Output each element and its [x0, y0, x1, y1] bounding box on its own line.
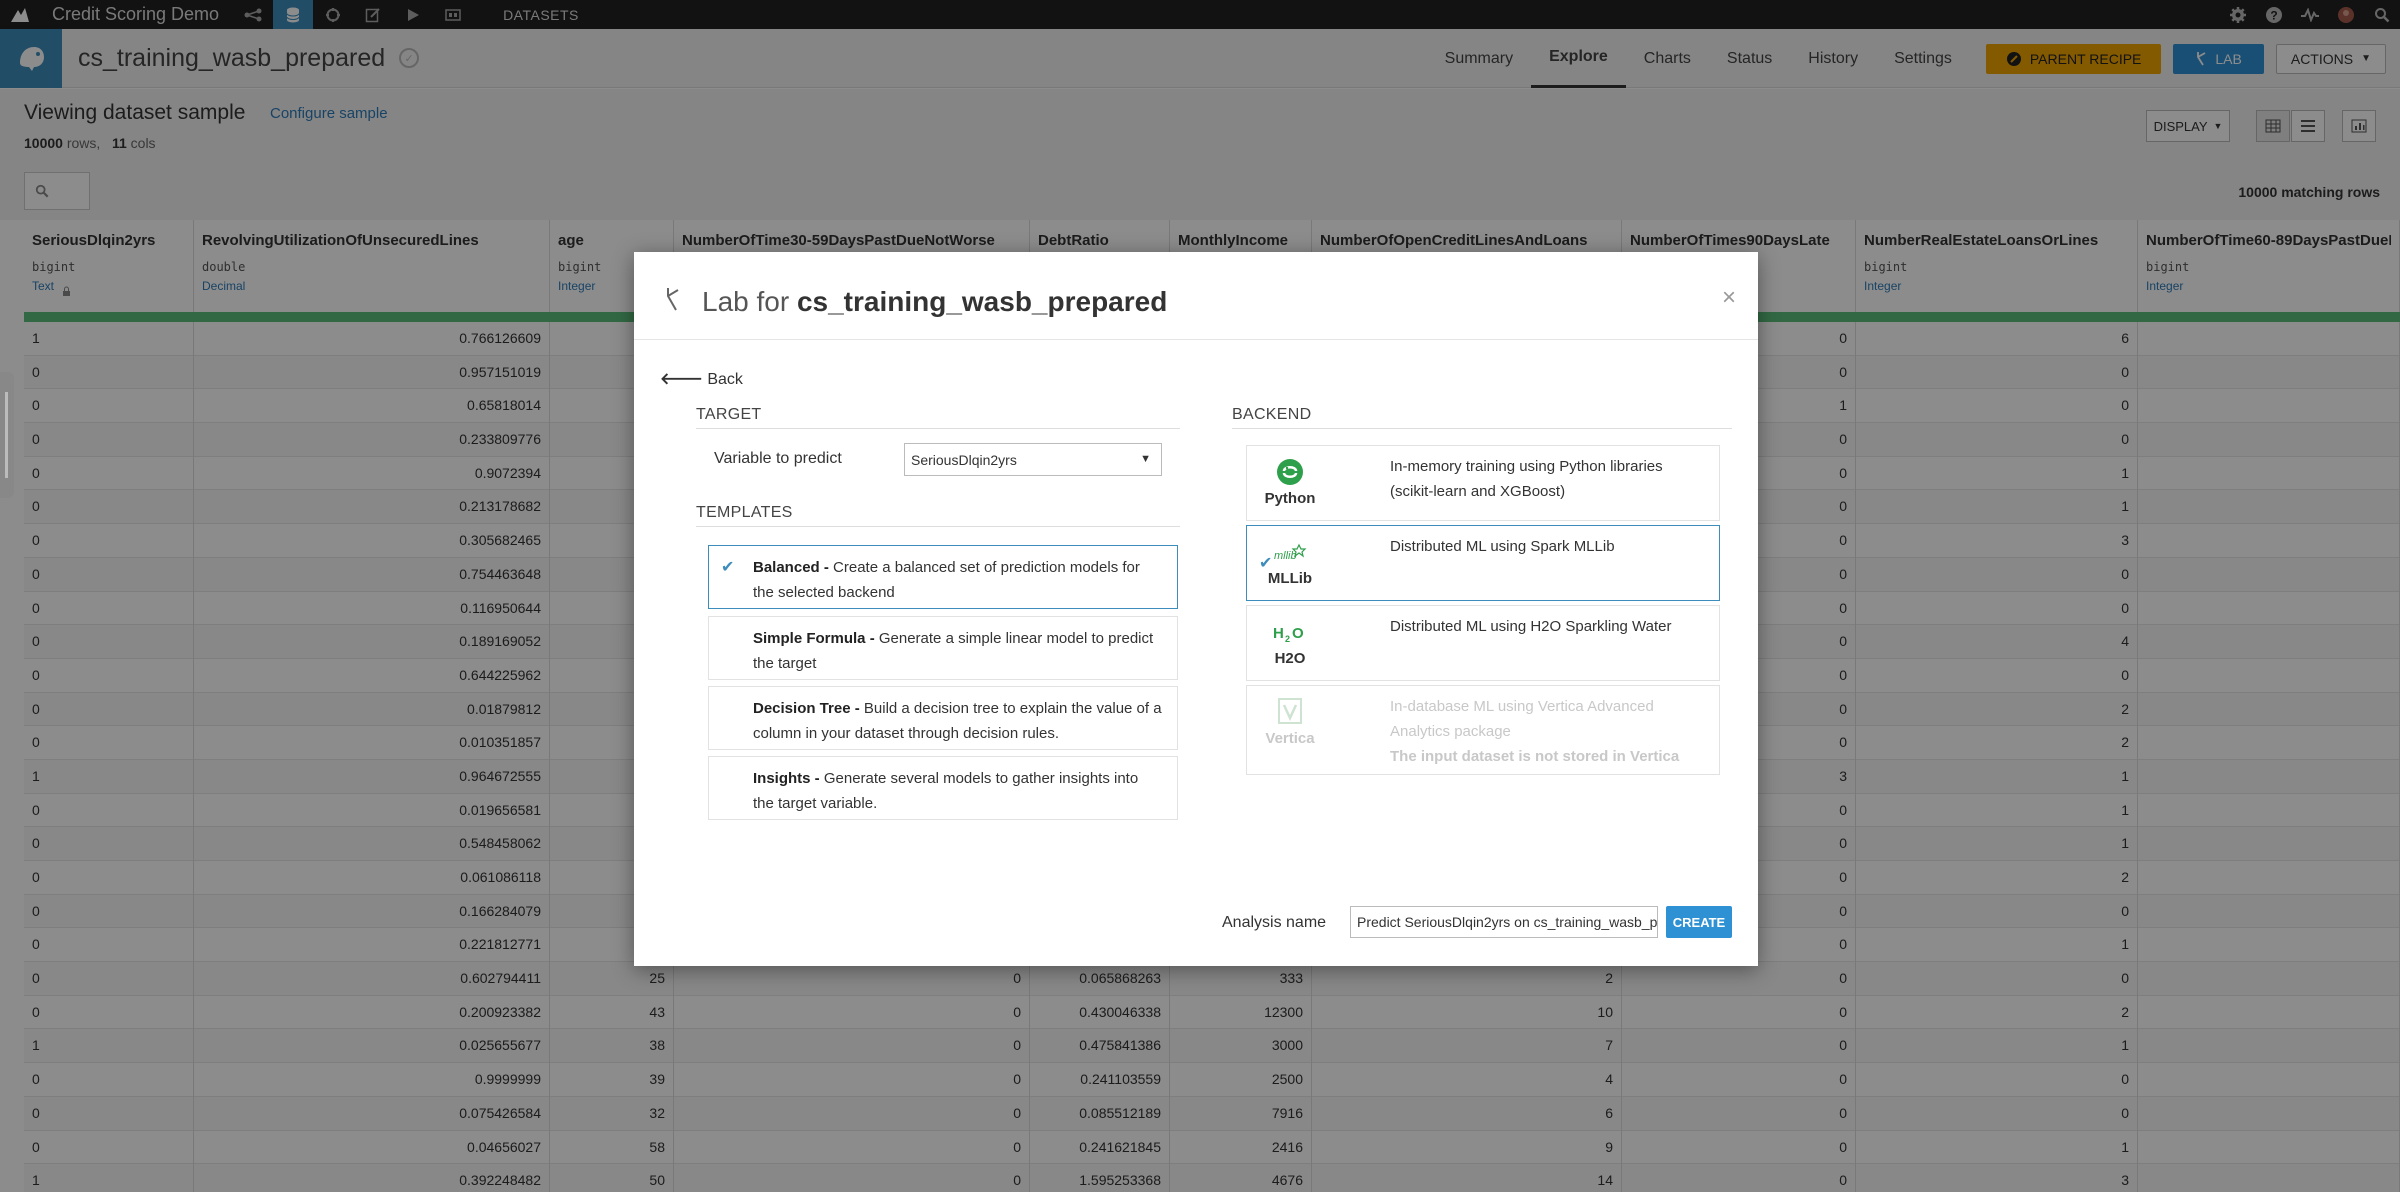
- lab-modal: Lab for cs_training_wasb_prepared × 🡐 Ba…: [634, 252, 1758, 966]
- template-insights[interactable]: Insights - Generate several models to ga…: [708, 756, 1178, 820]
- modal-title: Lab for cs_training_wasb_prepared: [702, 286, 1167, 318]
- template-name: Decision Tree -: [753, 700, 860, 717]
- backend-mllib[interactable]: ✔ mllib MLLib Distributed ML using Spark…: [1246, 525, 1720, 601]
- vertica-icon: [1247, 692, 1333, 732]
- backend-desc: In-database ML using Vertica Advanced An…: [1390, 694, 1706, 769]
- variable-value: SeriousDlqin2yrs: [911, 451, 1017, 468]
- back-label: Back: [707, 371, 743, 388]
- backend-warning: The input dataset is not stored in Verti…: [1390, 748, 1680, 765]
- python-icon: [1247, 452, 1333, 492]
- modal-header: Lab for cs_training_wasb_prepared ×: [634, 252, 1758, 340]
- backend-desc: Distributed ML using H2O Sparkling Water: [1390, 618, 1672, 635]
- arrow-left-icon: 🡐: [660, 371, 703, 388]
- backend-vertica: Vertica In-database ML using Vertica Adv…: [1246, 685, 1720, 775]
- template-name: Insights -: [753, 770, 820, 787]
- backend-heading: BACKEND: [1232, 406, 1732, 429]
- variable-label: Variable to predict: [714, 450, 842, 467]
- back-link[interactable]: 🡐 Back: [660, 368, 743, 389]
- backend-python[interactable]: Python In-memory training using Python l…: [1246, 445, 1720, 521]
- modal-title-dataset: cs_training_wasb_prepared: [796, 286, 1168, 317]
- backend-desc: Distributed ML using Spark MLLib: [1390, 538, 1615, 555]
- template-simple-formula[interactable]: Simple Formula - Generate a simple linea…: [708, 616, 1178, 680]
- check-icon: ✔: [721, 559, 735, 576]
- sidebar-handle[interactable]: [0, 372, 14, 498]
- svg-text:mllib: mllib: [1274, 550, 1297, 562]
- svg-text:O: O: [1292, 625, 1304, 642]
- lab-icon: [662, 286, 682, 319]
- variable-select[interactable]: SeriousDlqin2yrs ▼: [904, 443, 1162, 476]
- modal-title-prefix: Lab for: [702, 286, 790, 317]
- backend-desc-text: In-database ML using Vertica Advanced An…: [1390, 698, 1654, 740]
- analysis-name-label: Analysis name: [1222, 914, 1327, 931]
- backend-name: H2O: [1274, 650, 1306, 667]
- template-name: Simple Formula -: [753, 630, 875, 647]
- template-decision-tree[interactable]: Decision Tree - Build a decision tree to…: [708, 686, 1178, 750]
- backend-name: MLLib: [1267, 570, 1313, 587]
- svg-text:2: 2: [1285, 634, 1290, 644]
- templates-heading: TEMPLATES: [696, 504, 1180, 527]
- mllib-icon: mllib: [1247, 532, 1333, 572]
- template-balanced[interactable]: ✔ Balanced - Create a balanced set of pr…: [708, 545, 1178, 609]
- analysis-name-input[interactable]: Predict SeriousDlqin2yrs on cs_training_…: [1350, 906, 1658, 938]
- close-icon[interactable]: ×: [1722, 284, 1736, 312]
- backend-desc: In-memory training using Python librarie…: [1390, 458, 1663, 500]
- create-button[interactable]: CREATE: [1666, 906, 1732, 938]
- backend-name: Vertica: [1265, 730, 1315, 747]
- template-name: Balanced -: [753, 559, 829, 576]
- backend-name: Python: [1264, 490, 1316, 507]
- backend-h2o[interactable]: H2O H2O Distributed ML using H2O Sparkli…: [1246, 605, 1720, 681]
- target-heading: TARGET: [696, 406, 1180, 429]
- caret-down-icon: ▼: [1140, 453, 1151, 465]
- h2o-icon: H2O: [1247, 612, 1333, 652]
- svg-text:H: H: [1273, 625, 1284, 642]
